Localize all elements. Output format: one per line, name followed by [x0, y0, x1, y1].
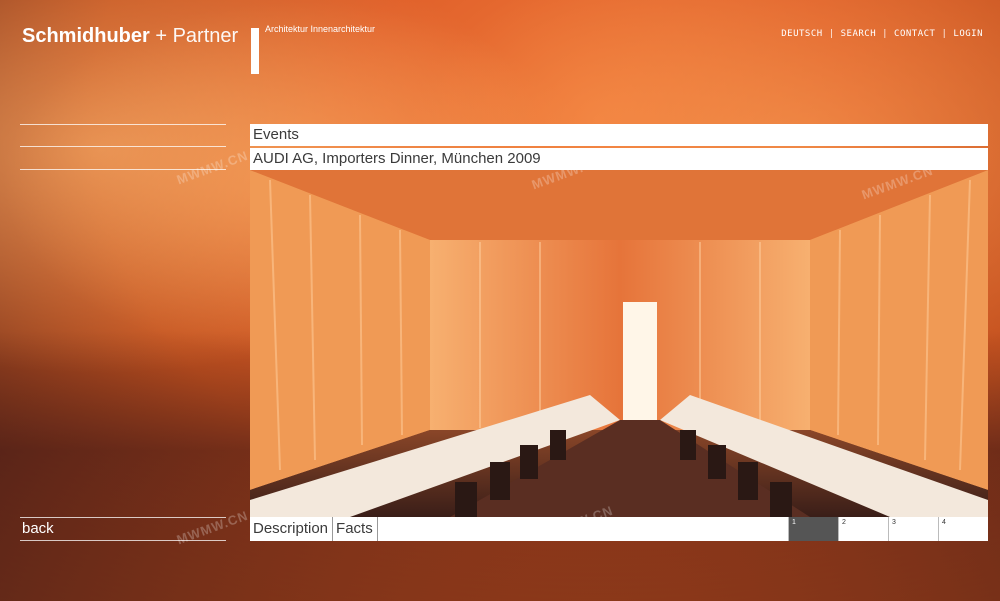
nav-separator: |	[882, 29, 889, 39]
logo-bar-mark	[251, 28, 259, 74]
sidebar-divider	[20, 124, 226, 125]
nav-separator: |	[828, 29, 835, 39]
nav-search[interactable]: SEARCH	[841, 29, 877, 39]
detail-bar: Description Facts 1 2 3 4	[250, 517, 988, 541]
page-4[interactable]: 4	[938, 517, 988, 541]
page-2[interactable]: 2	[838, 517, 888, 541]
nav-login[interactable]: LOGIN	[953, 29, 983, 39]
logo-partner: + Partner	[149, 25, 239, 47]
page-1[interactable]: 1	[788, 517, 838, 541]
page-3[interactable]: 3	[888, 517, 938, 541]
project-title: AUDI AG, Importers Dinner, München 2009	[250, 148, 988, 170]
site-logo[interactable]: Schmidhuber + Partner	[22, 25, 238, 48]
back-link[interactable]: back	[22, 520, 54, 537]
project-photo	[250, 170, 988, 517]
sidebar-divider	[20, 517, 226, 518]
tagline: Architektur Innenarchitektur	[265, 24, 376, 34]
nav-deutsch[interactable]: DEUTSCH	[781, 29, 822, 39]
sidebar-divider	[20, 146, 226, 147]
logo-bold: Schmidhuber	[22, 25, 150, 47]
tab-facts[interactable]: Facts	[333, 517, 378, 541]
nav-contact[interactable]: CONTACT	[894, 29, 935, 39]
tab-description[interactable]: Description	[250, 517, 334, 541]
category-title: Events	[250, 124, 988, 146]
banquet-hall-illustration	[250, 170, 988, 517]
nav-separator: |	[941, 29, 948, 39]
top-nav: DEUTSCH | SEARCH | CONTACT | LOGIN	[781, 29, 983, 39]
